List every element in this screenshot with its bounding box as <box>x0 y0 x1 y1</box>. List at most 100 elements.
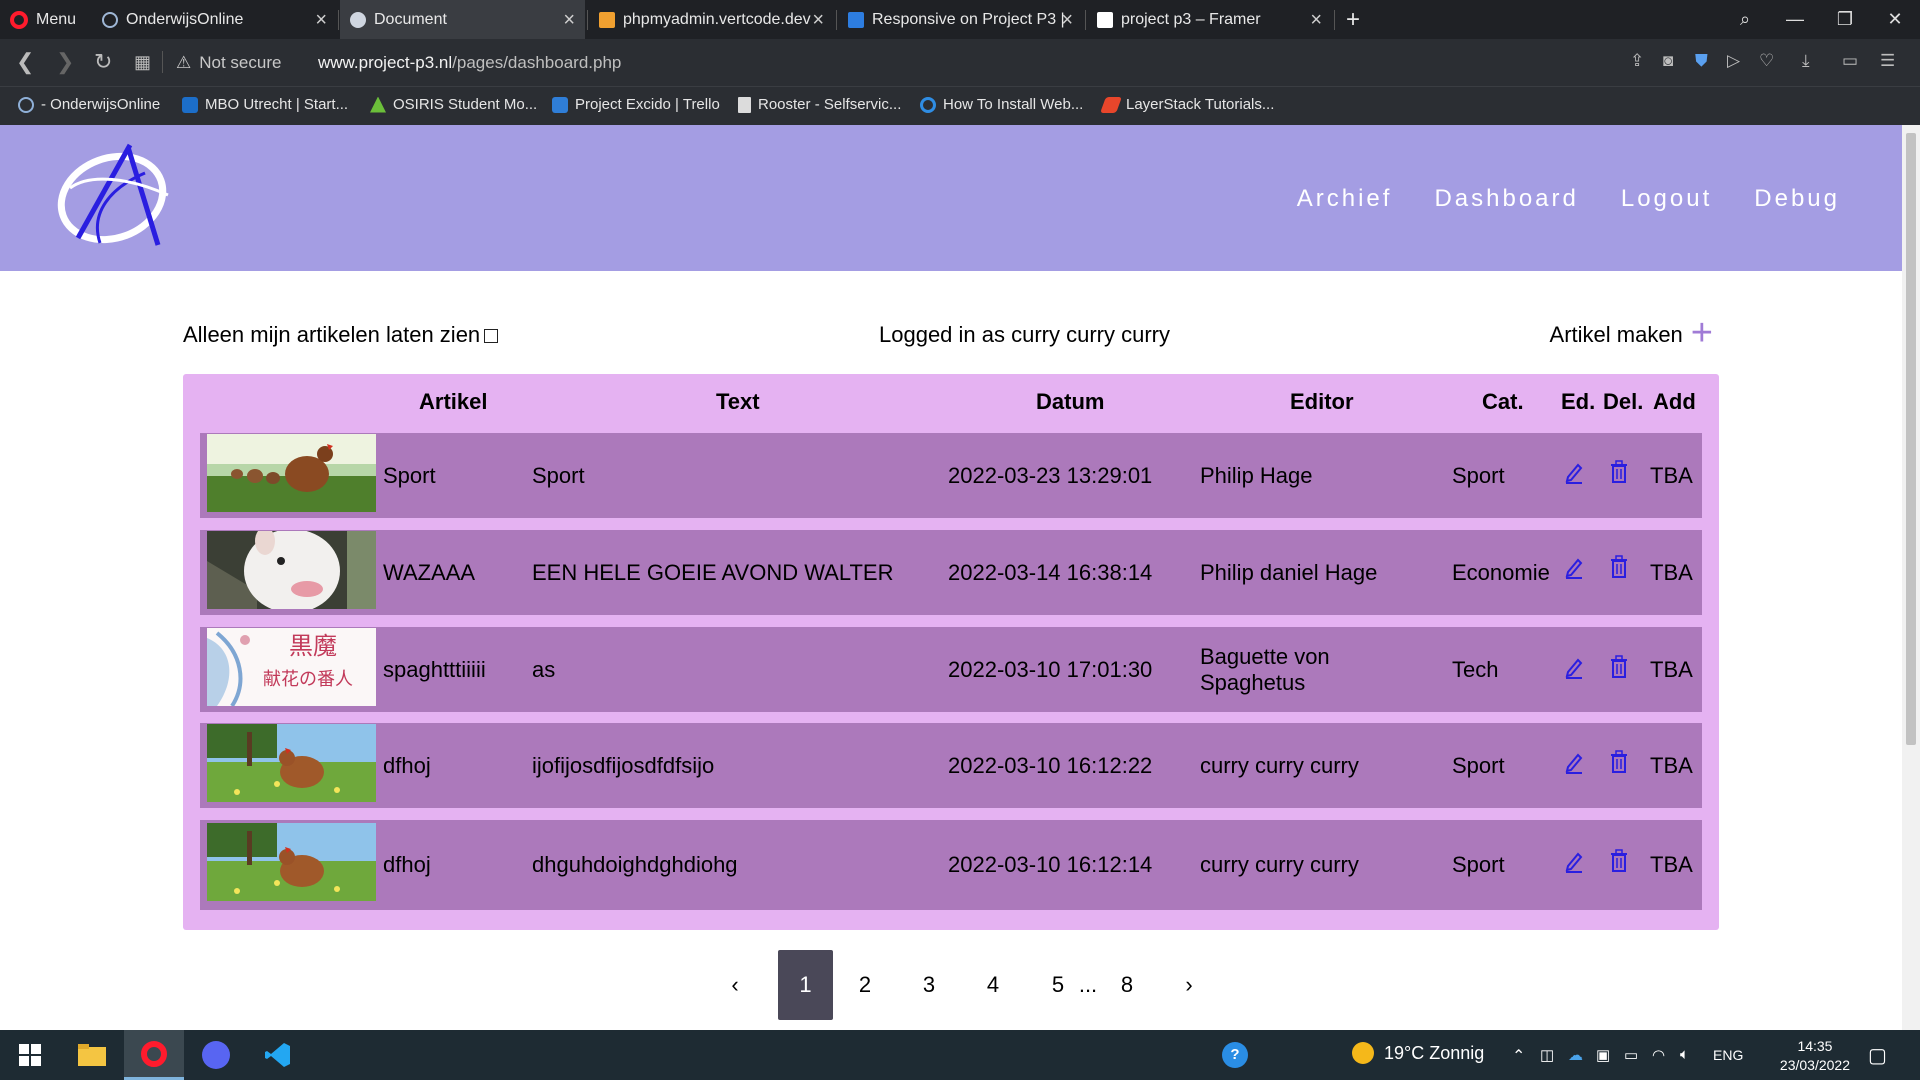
send-icon[interactable]: ▷ <box>1727 51 1740 71</box>
trash-icon[interactable] <box>1609 655 1629 679</box>
language-indicator[interactable]: ENG <box>1713 1047 1743 1063</box>
battery-icon[interactable]: ▭ <box>1624 1046 1638 1064</box>
tab-document[interactable]: Document × <box>340 0 585 39</box>
help-icon[interactable]: ? <box>1222 1042 1248 1068</box>
pagination-prev[interactable]: ‹ <box>720 950 750 1020</box>
opera-logo-icon <box>10 10 28 29</box>
close-tab-icon[interactable]: × <box>315 9 327 32</box>
trello-icon <box>848 11 864 28</box>
show-hidden-icons[interactable]: ⌃ <box>1512 1046 1525 1066</box>
bookmark-rooster[interactable]: Rooster - Selfservic... <box>738 96 901 113</box>
nav-debug[interactable]: Debug <box>1754 185 1840 213</box>
edit-icon[interactable] <box>1564 460 1584 484</box>
volume-icon[interactable]: 🔈︎ <box>1680 1046 1689 1063</box>
row-add: TBA <box>1650 752 1693 778</box>
camera-icon[interactable]: ◙ <box>1663 51 1673 71</box>
opera-menu-button[interactable]: Menu <box>10 0 76 39</box>
tab-trello[interactable]: Responsive on Project P3 | × <box>838 0 1083 39</box>
new-tab-button[interactable]: + <box>1336 0 1376 39</box>
trash-icon[interactable] <box>1609 849 1629 873</box>
edit-icon[interactable] <box>1564 750 1584 774</box>
bookmark-label: Project Excido | Trello <box>575 96 720 113</box>
bookmark-how-to-install[interactable]: How To Install Web... <box>920 96 1083 113</box>
url-path: /pages/dashboard.php <box>452 53 622 72</box>
bookmark-icon <box>552 96 568 113</box>
wifi-icon[interactable]: ◠ <box>1652 1046 1665 1064</box>
trash-icon[interactable] <box>1609 750 1629 774</box>
file-explorer-button[interactable] <box>62 1030 122 1080</box>
tab-framer[interactable]: project p3 – Framer × <box>1087 0 1332 39</box>
row-artikel: dfhoj <box>383 752 431 778</box>
edit-icon[interactable] <box>1564 655 1584 679</box>
forward-icon[interactable]: ❯ <box>56 49 74 75</box>
plus-icon: + <box>1346 5 1361 33</box>
restore-icon[interactable]: ❐ <box>1820 0 1870 39</box>
back-icon[interactable]: ❮ <box>16 49 34 75</box>
site-logo[interactable] <box>50 133 175 258</box>
start-button[interactable] <box>0 1030 60 1080</box>
page-scrollbar[interactable] <box>1902 125 1920 1030</box>
adblock-shield-icon[interactable]: ⛊ <box>1695 51 1708 71</box>
close-tab-icon[interactable]: × <box>1061 9 1073 32</box>
vscode-button[interactable] <box>248 1030 308 1080</box>
tab-title: phpmyadmin.vertcode.dev <box>623 10 811 28</box>
pagination-page-2[interactable]: 2 <box>850 950 880 1020</box>
pagination-next[interactable]: › <box>1174 950 1204 1020</box>
trash-icon[interactable] <box>1609 460 1629 484</box>
pagination-page-1[interactable]: 1 <box>778 950 833 1020</box>
weather-widget[interactable]: 19°C Zonnig <box>1352 1042 1484 1064</box>
close-tab-icon[interactable]: × <box>563 9 575 32</box>
close-tab-icon[interactable]: × <box>812 9 824 32</box>
onedrive-icon[interactable]: ☁ <box>1568 1046 1583 1064</box>
pagination-page-3[interactable]: 3 <box>914 950 944 1020</box>
nav-logout[interactable]: Logout <box>1621 185 1712 213</box>
row-datum: 2022-03-23 13:29:01 <box>948 462 1153 488</box>
people-icon[interactable]: ◫ <box>1540 1046 1554 1064</box>
close-window-icon[interactable]: ✕ <box>1870 0 1920 39</box>
row-editor: Philip Hage <box>1200 462 1313 488</box>
bookmark-osiris[interactable]: OSIRIS Student Mo... <box>370 96 537 113</box>
bookmark-mbo-utrecht[interactable]: MBO Utrecht | Start... <box>182 96 348 113</box>
security-indicator[interactable]: ⚠ Not secure <box>176 53 281 73</box>
close-tab-icon[interactable]: × <box>1310 9 1322 32</box>
pagination-page-last[interactable]: 8 <box>1112 950 1142 1020</box>
trash-icon[interactable] <box>1609 555 1629 579</box>
share-icon[interactable]: ⇪ <box>1630 51 1644 71</box>
heart-icon[interactable]: ♡ <box>1759 51 1774 71</box>
search-tabs-icon[interactable]: ⌕ <box>1720 0 1770 39</box>
nav-archief[interactable]: Archief <box>1297 185 1393 213</box>
bookmark-onderwijsonline[interactable]: - OnderwijsOnline <box>18 96 160 113</box>
article-thumbnail <box>207 434 376 512</box>
download-icon[interactable]: ⤓ <box>1802 51 1810 71</box>
nav-dashboard[interactable]: Dashboard <box>1434 185 1578 213</box>
bookmark-trello[interactable]: Project Excido | Trello <box>552 96 720 113</box>
row-text: as <box>532 656 556 682</box>
tab-title: OnderwijsOnline <box>126 10 244 28</box>
edit-icon[interactable] <box>1564 849 1584 873</box>
only-my-articles-filter[interactable]: Alleen mijn artikelen laten zien <box>183 322 499 348</box>
pagination-page-4[interactable]: 4 <box>978 950 1008 1020</box>
discord-button[interactable] <box>186 1030 246 1080</box>
table-row: WAZAAA EEN HELE GOEIE AVOND WALTER 2022-… <box>200 530 1702 615</box>
easy-setup-icon[interactable]: ☰ <box>1880 51 1895 71</box>
taskbar-clock[interactable]: 14:35 23/03/2022 <box>1780 1037 1850 1075</box>
opera-taskbar-button[interactable] <box>124 1030 184 1080</box>
only-my-articles-checkbox[interactable] <box>484 329 499 343</box>
tab-phpmyadmin[interactable]: phpmyadmin.vertcode.dev × <box>589 0 834 39</box>
reload-icon[interactable]: ↻ <box>94 49 112 75</box>
address-bar: ❮ ❯ ↻ ▦ ⚠ Not secure www.project-p3.nl/p… <box>0 39 1920 86</box>
minimize-icon[interactable]: — <box>1770 0 1820 39</box>
speed-dial-icon[interactable]: ▦ <box>134 52 151 73</box>
bookmark-layerstack[interactable]: LayerStack Tutorials... <box>1100 96 1274 113</box>
notifications-icon[interactable]: ▢ <box>1868 1043 1887 1068</box>
row-editor: Philip daniel Hage <box>1200 559 1378 585</box>
security-icon[interactable]: ▣ <box>1596 1046 1610 1064</box>
pagination-page-5[interactable]: 5 <box>1043 950 1073 1020</box>
create-article-button[interactable]: Artikel maken + <box>1550 314 1713 352</box>
battery-saver-icon[interactable]: ▭ <box>1842 51 1858 71</box>
edit-icon[interactable] <box>1564 555 1584 579</box>
scrollbar-thumb[interactable] <box>1906 133 1916 745</box>
tab-onderwijsonline[interactable]: OnderwijsOnline × <box>92 0 337 39</box>
url-field[interactable]: www.project-p3.nl/pages/dashboard.php <box>318 53 621 73</box>
plus-icon[interactable]: + <box>1691 314 1713 352</box>
